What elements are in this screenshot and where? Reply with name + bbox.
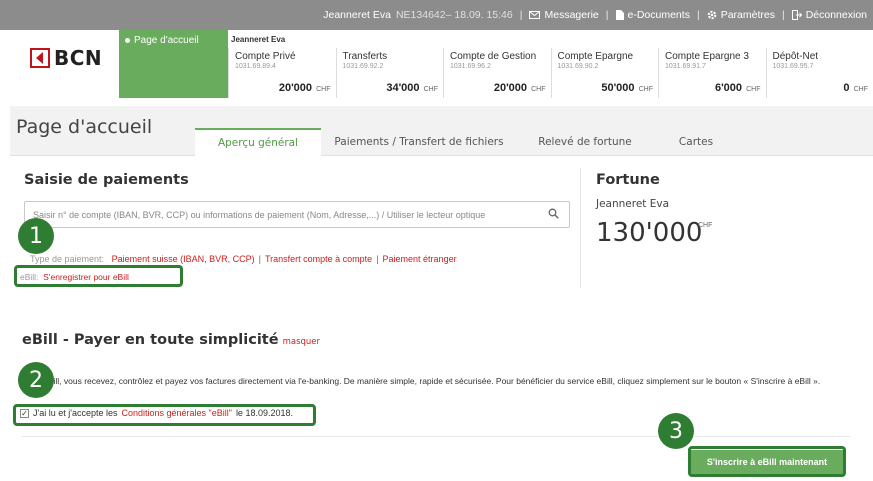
highlight-box-subscribe [688, 446, 846, 477]
account-tile[interactable]: Transferts 1031.69.92.2 34'000 CHF [335, 48, 444, 98]
page-title: Page d'accueil [16, 116, 153, 138]
account-tile[interactable]: Dépôt-Net 1031.69.95.7 0 CHF [765, 48, 873, 98]
highlight-box-ebill-register [14, 265, 183, 287]
account-balance: 20'000 CHF [278, 82, 331, 94]
section-divider [22, 436, 850, 437]
account-list: Compte Privé 1031.69.89.4 20'000 CHF Tra… [228, 48, 873, 98]
ebill-description: Avec eBill, vous recevez, contrôlez et p… [22, 376, 821, 386]
account-owner: Jeanneret Eva [231, 35, 286, 44]
step-badge-3: 3 [658, 413, 694, 449]
payment-search-input[interactable]: Saisir n° de compte (IBAN, BVR, CCP) ou … [24, 201, 570, 228]
step-badge-2: 2 [18, 362, 54, 398]
fortune-currency: CHF [698, 222, 713, 229]
account-tile[interactable]: Compte de Gestion 1031.69.96.2 20'000 CH… [443, 48, 551, 98]
ebanking-window: Jeanneret Eva NE134642– 18.09. 15:46 | M… [0, 0, 873, 481]
tab-apercu-general[interactable]: Aperçu général [195, 128, 321, 156]
fortune-owner: Jeanneret Eva [596, 198, 670, 210]
payments-title: Saisie de paiements [24, 172, 189, 188]
fortune-value: 130'000 [596, 218, 703, 248]
search-icon[interactable] [548, 208, 559, 219]
home-tile[interactable]: Page d'accueil [119, 30, 228, 98]
paiement-etranger-link[interactable]: Paiement étranger [383, 254, 457, 264]
document-icon [615, 10, 624, 20]
page-header-band: Page d'accueil Aperçu général Paiements … [0, 98, 873, 156]
messagerie-link[interactable]: Messagerie [529, 9, 599, 21]
account-balance: 6'000 CHF [714, 82, 761, 94]
step-badge-1: 1 [18, 218, 54, 254]
parametres-link[interactable]: Paramètres [707, 9, 775, 21]
bcn-logo-icon [30, 48, 50, 68]
gear-icon [707, 10, 716, 20]
tab-paiements[interactable]: Paiements / Transfert de fichiers [321, 128, 517, 156]
payment-type-links: Type de paiement: Paiement suisse (IBAN,… [30, 254, 457, 264]
account-tile[interactable]: Compte Epargne 1031.69.90.2 50'000 CHF [550, 48, 659, 98]
tab-cartes[interactable]: Cartes [653, 128, 739, 156]
main-tabs: Aperçu général Paiements / Transfert de … [195, 128, 739, 156]
deconnexion-link[interactable]: Déconnexion [791, 9, 867, 21]
mail-icon [529, 11, 541, 19]
account-tile[interactable]: Compte Privé 1031.69.89.4 20'000 CHF [228, 48, 336, 98]
account-balance: 34'000 CHF [386, 82, 438, 94]
account-balance: 50'000 CHF [601, 82, 653, 94]
account-balance: 20'000 CHF [493, 82, 546, 94]
column-divider [580, 168, 581, 288]
tab-releve-de-fortune[interactable]: Relevé de fortune [517, 128, 653, 156]
topbar-user: Jeanneret Eva [323, 9, 391, 21]
topbar-session: NE134642– 18.09. 15:46 [395, 9, 513, 21]
hide-ebill-link[interactable]: masquer [283, 337, 320, 347]
highlight-box-terms [13, 404, 316, 426]
account-header: BCN Page d'accueil Jeanneret Eva Compte … [0, 30, 873, 98]
top-bar: Jeanneret Eva NE134642– 18.09. 15:46 | M… [0, 0, 873, 30]
e-documents-link[interactable]: e-Documents [615, 9, 690, 21]
bcn-logo[interactable]: BCN [30, 46, 102, 70]
fortune-title: Fortune [596, 172, 660, 188]
account-balance: 0 CHF [843, 82, 868, 94]
transfert-compte-link[interactable]: Transfert compte à compte [265, 254, 372, 264]
logout-icon [791, 10, 802, 20]
ebill-section-title: eBill - Payer en toute simplicité masquer [22, 332, 321, 348]
home-dot-icon [125, 37, 130, 43]
account-tile[interactable]: Compte Epargne 3 1031.69.91.7 6'000 CHF [658, 48, 766, 98]
paiement-suisse-link[interactable]: Paiement suisse (IBAN, BVR, CCP) [112, 254, 255, 264]
